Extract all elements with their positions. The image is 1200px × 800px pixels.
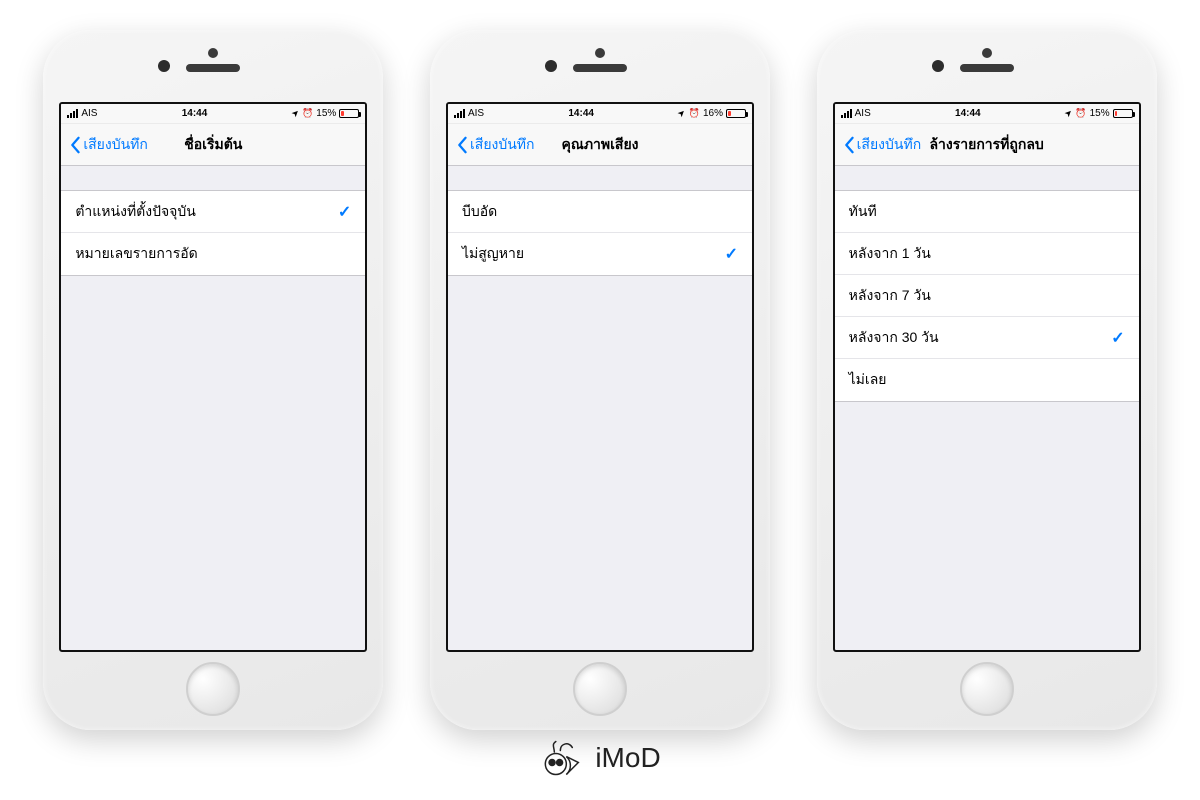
status-bar: AIS 14:44 ➤⏰ 15% [835, 104, 1139, 124]
option-label: ทันที [849, 201, 877, 223]
options-list: ทันทีหลังจาก 1 วันหลังจาก 7 วันหลังจาก 3… [835, 190, 1139, 402]
status-time: 14:44 [955, 108, 981, 119]
location-icon: ➤ [675, 107, 688, 120]
section-spacer [61, 166, 365, 190]
phone-screen: AIS 14:44 ➤⏰15% เสียงบันทึก ชื่อเริ่มต้นตำแห… [59, 102, 367, 652]
brand-logo: iMoD [539, 734, 660, 782]
status-bar: AIS 14:44 ➤⏰15% [61, 104, 365, 124]
back-button[interactable]: เสียงบันทึก [69, 134, 148, 156]
nav-title: ล้างรายการที่ถูกลบ [929, 134, 1043, 156]
checkmark-icon: ✓ [725, 244, 738, 264]
options-list: บีบอัดไม่สูญหาย ✓ [448, 190, 752, 276]
option-label: ไม่เลย [849, 369, 887, 391]
option-label: หลังจาก 7 วัน [849, 285, 931, 307]
options-list: ตำแหน่งที่ตั้งปัจจุบัน ✓ หมายเลขรายการอัด [61, 190, 365, 276]
carrier-label: AIS [855, 108, 871, 119]
location-icon: ➤ [1062, 107, 1075, 120]
battery-percent: 15% [1090, 108, 1110, 119]
battery-percent: 15% [316, 108, 336, 119]
nav-bar: เสียงบันทึก ชื่อเริ่มต้น [61, 124, 365, 166]
brand-text: iMoD [595, 742, 660, 774]
carrier-label: AIS [468, 108, 484, 119]
back-label: เสียงบันทึก [857, 134, 922, 156]
option-row[interactable]: หลังจาก 30 วัน ✓ [835, 317, 1139, 359]
phone-screen: AIS 14:44 ➤⏰ 15% เสียงบันทึก ล้างรายการที่ถูก… [833, 102, 1141, 652]
phone-frame: AIS 14:44 ➤⏰16% เสียงบันทึก คุณภาพเสียงบีบอั… [430, 30, 770, 730]
signal-icon [67, 109, 78, 118]
option-row[interactable]: หมายเลขรายการอัด [61, 233, 365, 275]
home-button[interactable] [960, 662, 1014, 716]
earpiece-speaker [960, 64, 1014, 72]
option-label: ไม่สูญหาย [462, 243, 524, 265]
phone-frame: AIS 14:44 ➤⏰ 15% เสียงบันทึก ล้างรายการที่ถูก… [817, 30, 1157, 730]
nav-title: คุณภาพเสียง [561, 134, 638, 156]
phone-screen: AIS 14:44 ➤⏰16% เสียงบันทึก คุณภาพเสียงบีบอั… [446, 102, 754, 652]
front-camera [545, 60, 557, 72]
option-label: หลังจาก 30 วัน [849, 327, 939, 349]
back-label: เสียงบันทึก [470, 134, 535, 156]
alarm-icon: ⏰ [1075, 108, 1086, 119]
option-row[interactable]: ทันที [835, 191, 1139, 233]
chevron-left-icon [456, 136, 468, 154]
back-label: เสียงบันทึก [83, 134, 148, 156]
option-row[interactable]: หลังจาก 1 วัน [835, 233, 1139, 275]
chevron-left-icon [843, 136, 855, 154]
option-label: หมายเลขรายการอัด [75, 243, 197, 265]
earpiece-speaker [573, 64, 627, 72]
home-button[interactable] [573, 662, 627, 716]
signal-icon [841, 109, 852, 118]
option-row[interactable]: หลังจาก 7 วัน [835, 275, 1139, 317]
proximity-sensor [208, 48, 218, 58]
proximity-sensor [595, 48, 605, 58]
location-icon: ➤ [289, 107, 302, 120]
signal-icon [454, 109, 465, 118]
section-spacer [835, 166, 1139, 190]
alarm-icon: ⏰ [689, 108, 700, 119]
home-button[interactable] [186, 662, 240, 716]
front-camera [932, 60, 944, 72]
imod-icon [539, 734, 587, 782]
nav-title: ชื่อเริ่มต้น [184, 134, 242, 156]
back-button[interactable]: เสียงบันทึก [843, 134, 922, 156]
front-camera [158, 60, 170, 72]
alarm-icon: ⏰ [302, 108, 313, 119]
status-bar: AIS 14:44 ➤⏰16% [448, 104, 752, 124]
checkmark-icon: ✓ [338, 202, 351, 222]
status-time: 14:44 [182, 108, 208, 119]
option-label: บีบอัด [462, 201, 497, 223]
phone-frame: AIS 14:44 ➤⏰15% เสียงบันทึก ชื่อเริ่มต้นตำแห… [43, 30, 383, 730]
option-label: หลังจาก 1 วัน [849, 243, 931, 265]
status-time: 14:44 [568, 108, 594, 119]
battery-percent: 16% [703, 108, 723, 119]
battery-icon [1113, 109, 1133, 118]
nav-bar: เสียงบันทึก ล้างรายการที่ถูกลบ [835, 124, 1139, 166]
option-row[interactable]: ตำแหน่งที่ตั้งปัจจุบัน ✓ [61, 191, 365, 233]
section-spacer [448, 166, 752, 190]
chevron-left-icon [69, 136, 81, 154]
phone-stage: AIS14:44➤⏰15%เสียงบันทึกชื่อเริ่มต้นตำแห… [0, 0, 1200, 730]
option-row[interactable]: ไม่สูญหาย ✓ [448, 233, 752, 275]
proximity-sensor [982, 48, 992, 58]
carrier-label: AIS [81, 108, 97, 119]
battery-icon [726, 109, 746, 118]
option-label: ตำแหน่งที่ตั้งปัจจุบัน [75, 201, 196, 223]
option-row[interactable]: บีบอัด [448, 191, 752, 233]
option-row[interactable]: ไม่เลย [835, 359, 1139, 401]
earpiece-speaker [186, 64, 240, 72]
nav-bar: เสียงบันทึก คุณภาพเสียง [448, 124, 752, 166]
battery-icon [339, 109, 359, 118]
back-button[interactable]: เสียงบันทึก [456, 134, 535, 156]
checkmark-icon: ✓ [1111, 328, 1124, 348]
